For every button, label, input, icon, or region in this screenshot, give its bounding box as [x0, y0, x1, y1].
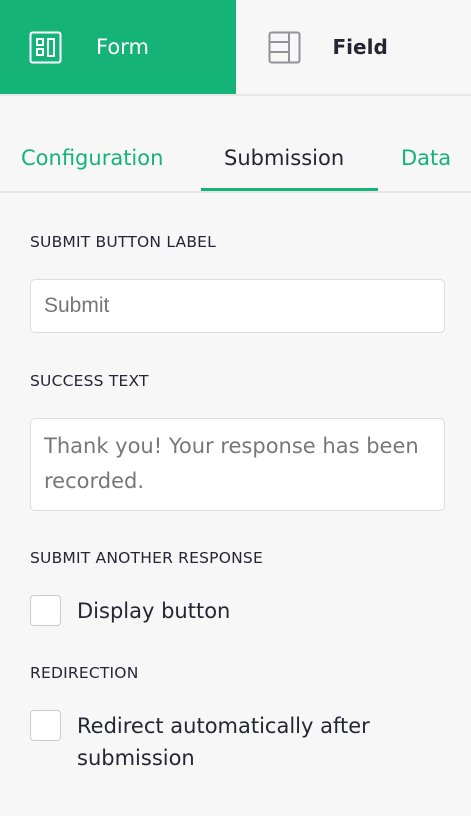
form-layout-icon: [29, 31, 62, 64]
display-button-label[interactable]: Display button: [77, 595, 230, 627]
success-text-input[interactable]: Thank you! Your response has been record…: [30, 418, 445, 511]
success-text-heading: SUCCESS TEXT: [30, 372, 149, 390]
redirect-label[interactable]: Redirect automatically after submission: [77, 710, 417, 774]
submit-another-heading: SUBMIT ANOTHER RESPONSE: [30, 549, 263, 567]
tab-configuration[interactable]: Configuration: [21, 146, 163, 170]
display-button-checkbox[interactable]: [30, 595, 61, 626]
tab-form[interactable]: Form: [0, 0, 236, 94]
tab-data[interactable]: Data: [401, 146, 451, 170]
tab-form-label: Form: [96, 35, 149, 59]
submit-label-heading: SUBMIT BUTTON LABEL: [30, 233, 216, 251]
redirection-heading: REDIRECTION: [30, 664, 139, 682]
redirect-checkbox[interactable]: [30, 710, 61, 741]
top-tabs: Form Field: [0, 0, 471, 96]
active-tab-underline: [201, 188, 378, 191]
tab-field-label: Field: [332, 35, 388, 59]
field-layout-icon: [268, 31, 301, 64]
sub-tabs: Configuration Submission Data: [0, 96, 471, 193]
tab-field[interactable]: Field: [236, 0, 471, 94]
tab-submission[interactable]: Submission: [224, 146, 344, 170]
submit-label-input[interactable]: [30, 279, 445, 333]
